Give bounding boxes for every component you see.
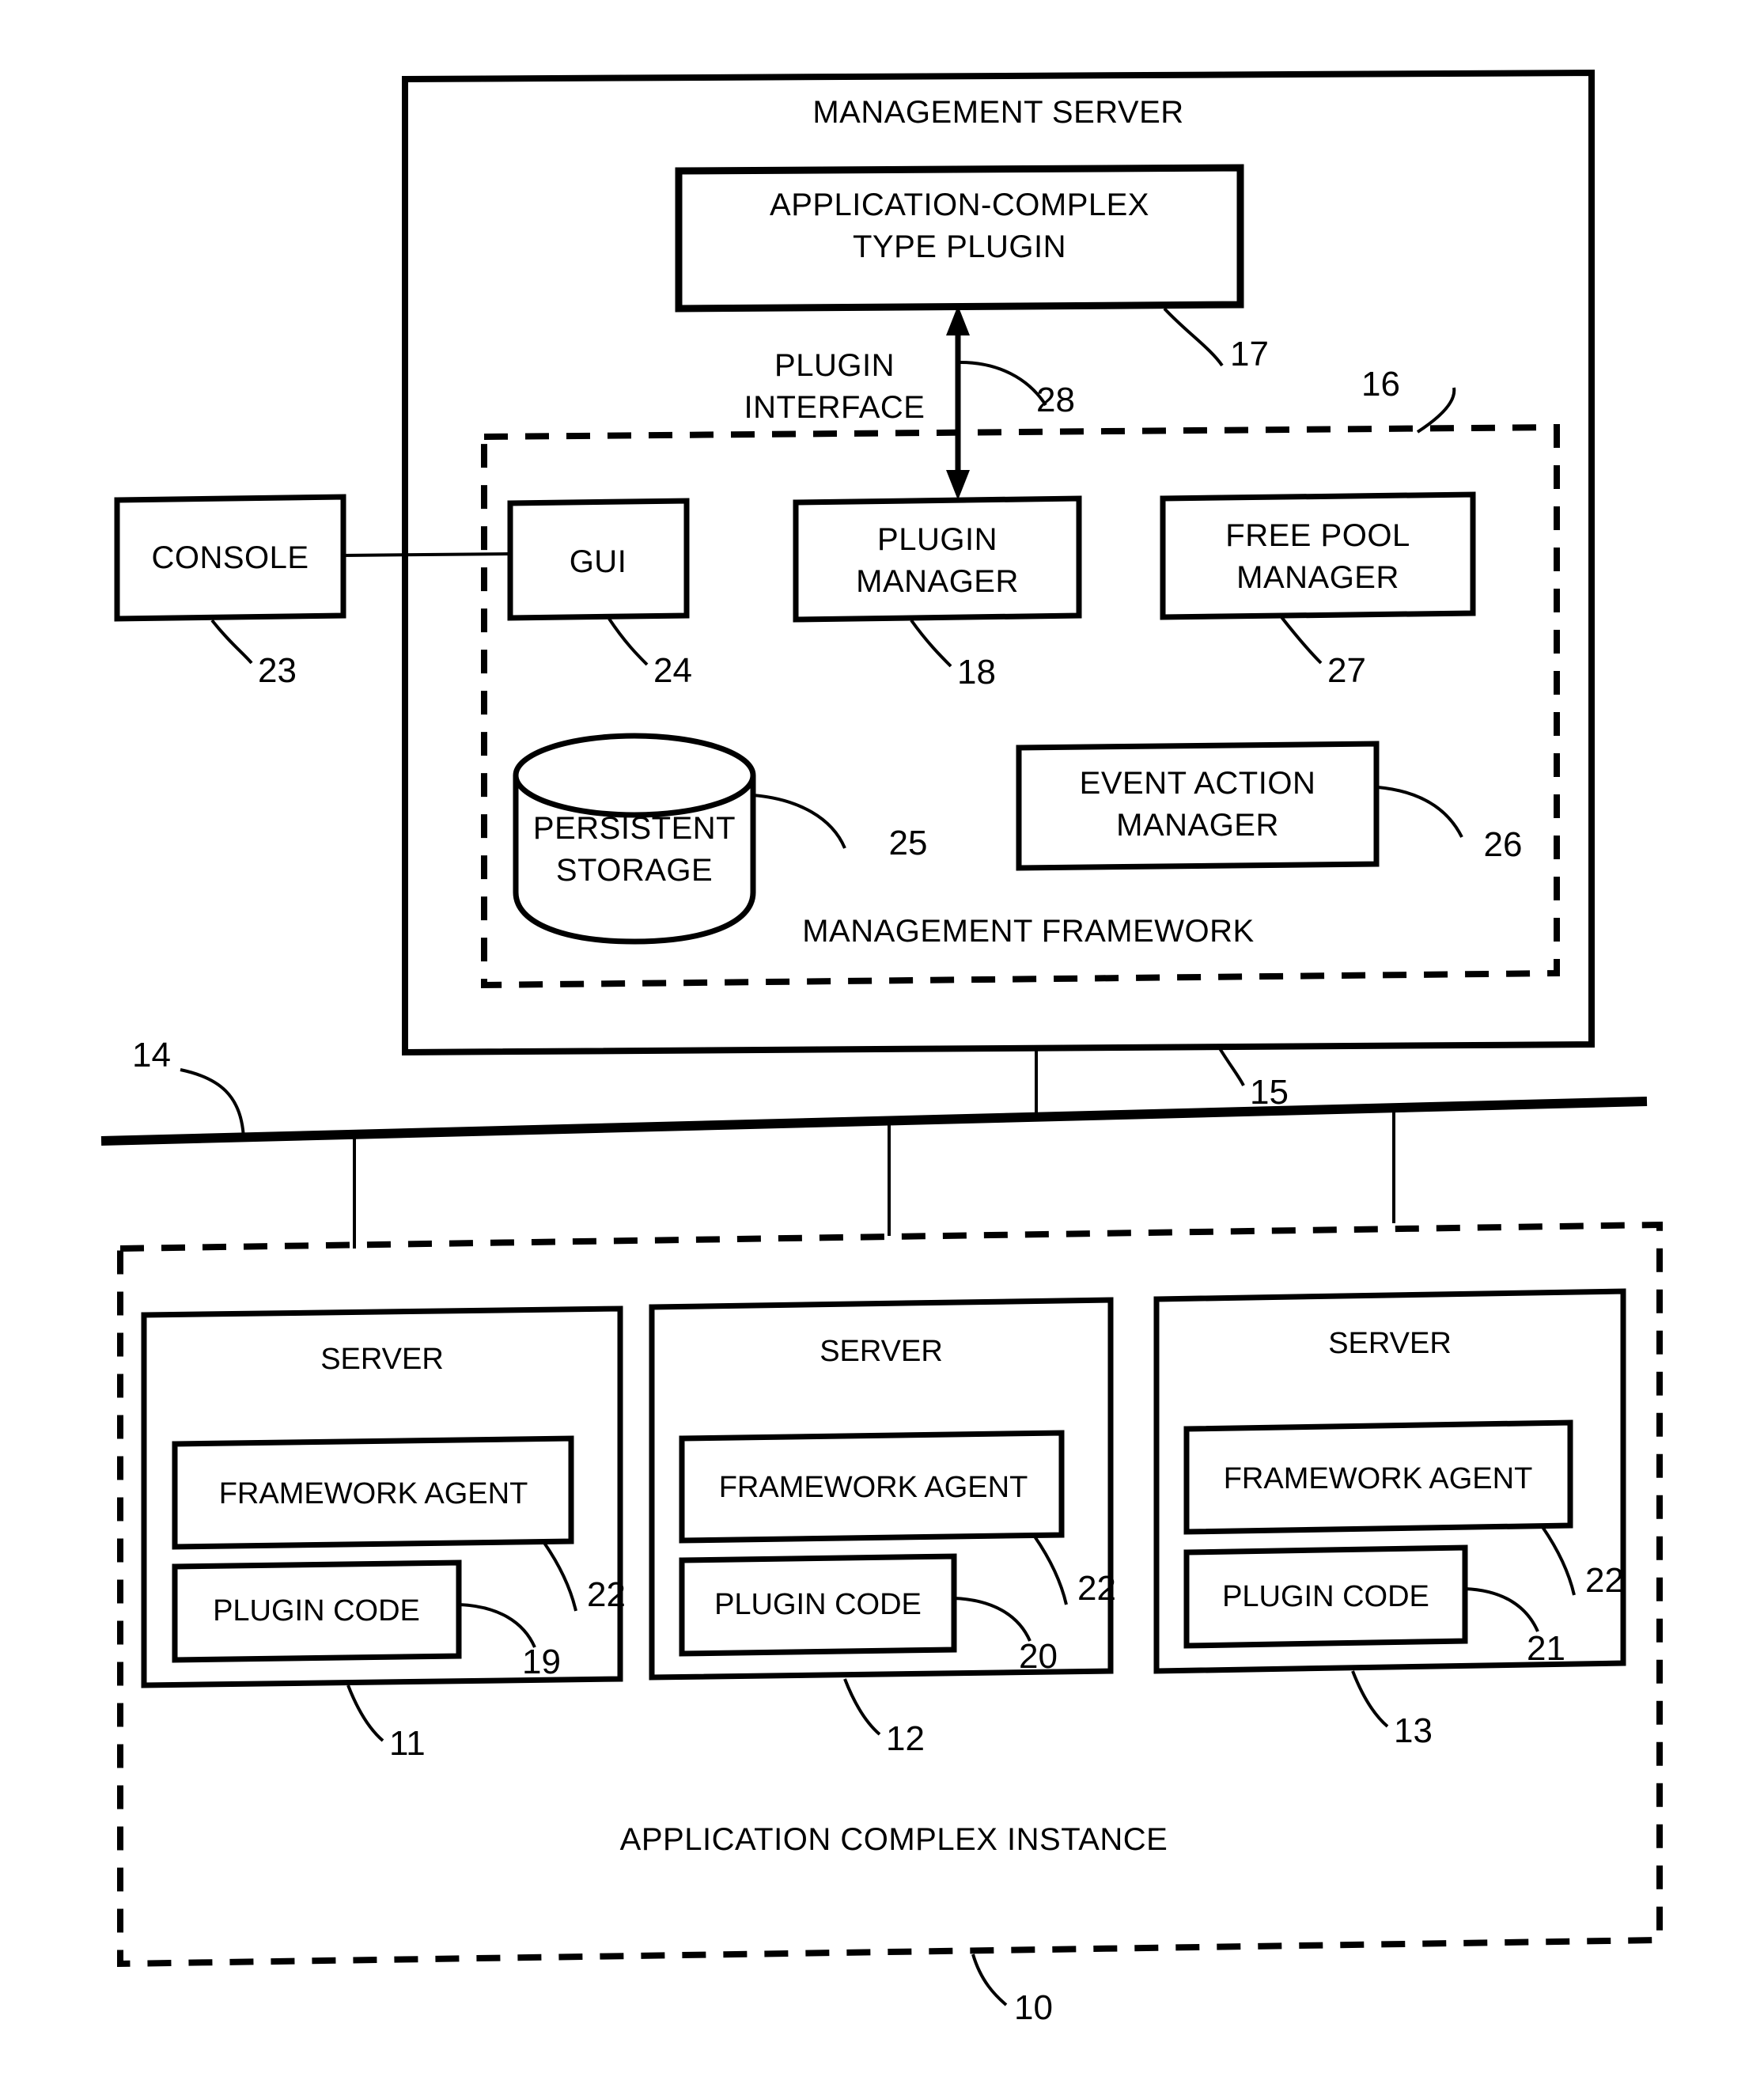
console-ref: 23 (258, 651, 297, 690)
plugin-interface-line1: PLUGIN (774, 348, 895, 383)
event-action-manager-line1: EVENT ACTION (1080, 766, 1316, 801)
free-pool-manager-ref-leader: 27 (1280, 616, 1366, 690)
application-complex-instance-label: APPLICATION COMPLEX INSTANCE (620, 1822, 1168, 1857)
plugin-interface-ref-leader: 28 (960, 361, 1075, 419)
framework-agent-box-3[interactable]: FRAMEWORK AGENT (1183, 1419, 1573, 1535)
framework-agent-box-1[interactable]: FRAMEWORK AGENT (172, 1435, 574, 1550)
patent-figure: MANAGEMENT SERVER 15 APPLICATION-COMPLEX… (0, 0, 1764, 2088)
server-ref-1: 11 (389, 1724, 426, 1763)
management-server-ref-leader: 15 (1217, 1044, 1289, 1112)
server-ref-leader-3: 13 (1351, 1670, 1433, 1750)
framework-agent-label-1: FRAMEWORK AGENT (219, 1477, 528, 1510)
plugin-box-line2: TYPE PLUGIN (853, 229, 1066, 264)
free-pool-manager-box[interactable]: FREE POOL MANAGER (1160, 491, 1476, 620)
persistent-storage-ref-leader: 25 (752, 794, 928, 862)
free-pool-manager-line2: MANAGER (1236, 560, 1399, 595)
framework-agent-box-2[interactable]: FRAMEWORK AGENT (679, 1430, 1065, 1544)
server-box-3[interactable]: SERVER FRAMEWORK AGENT PLUGIN CODE (1153, 1288, 1626, 1674)
framework-agent-ref-leader-3: 22 (1541, 1525, 1624, 1600)
plugin-box-ref: 17 (1230, 335, 1269, 373)
plugin-code-box-1[interactable]: PLUGIN CODE (172, 1559, 462, 1663)
server-ref-leader-2: 12 (843, 1678, 925, 1758)
gui-ref-leader: 24 (608, 617, 692, 690)
management-framework-label: MANAGEMENT FRAMEWORK (802, 914, 1255, 949)
plugin-manager-line1: PLUGIN (877, 522, 997, 557)
free-pool-manager-ref: 27 (1327, 651, 1366, 690)
plugin-manager-box[interactable]: PLUGIN MANAGER (793, 495, 1082, 623)
plugin-interface-ref: 28 (1036, 381, 1075, 419)
free-pool-manager-line1: FREE POOL (1225, 518, 1410, 553)
plugin-manager-ref-leader: 18 (910, 619, 996, 692)
network-ref: 14 (132, 1036, 171, 1074)
plugin-manager-ref: 18 (957, 653, 996, 692)
framework-agent-label-2: FRAMEWORK AGENT (719, 1471, 1028, 1504)
event-action-manager-box[interactable]: EVENT ACTION MANAGER (1016, 741, 1380, 871)
management-server-ref: 15 (1250, 1073, 1289, 1112)
console-label: CONSOLE (151, 540, 309, 575)
framework-agent-ref-1: 22 (587, 1575, 626, 1614)
plugin-interface-arrow: PLUGIN INTERFACE (744, 305, 970, 500)
plugin-box-line1: APPLICATION-COMPLEX (770, 188, 1149, 222)
management-framework-ref-leader: 16 (1361, 365, 1456, 434)
persistent-storage-cylinder[interactable]: PERSISTENT STORAGE (513, 733, 756, 945)
plugin-code-ref-leader-1: 19 (458, 1603, 561, 1681)
event-action-manager-ref-leader: 26 (1377, 786, 1523, 864)
application-complex-ref-leader: 10 (971, 1953, 1053, 2027)
plugin-code-ref-1: 19 (522, 1643, 561, 1681)
server-ref-leader-1: 11 (346, 1684, 426, 1763)
network-bus (100, 1049, 1648, 1146)
plugin-box-ref-leader: 17 (1163, 307, 1269, 373)
framework-agent-ref-leader-2: 22 (1033, 1535, 1116, 1608)
application-complex-ref: 10 (1014, 1988, 1053, 2027)
plugin-code-label-1: PLUGIN CODE (213, 1594, 420, 1628)
persistent-storage-ref: 25 (889, 824, 928, 862)
plugin-code-ref-leader-3: 21 (1464, 1587, 1565, 1668)
framework-agent-ref-3: 22 (1585, 1561, 1624, 1600)
management-server-label: MANAGEMENT SERVER (812, 95, 1183, 130)
server-ref-2: 12 (886, 1719, 925, 1758)
event-action-manager-ref: 26 (1484, 825, 1523, 864)
plugin-code-label-3: PLUGIN CODE (1222, 1580, 1429, 1613)
server-box-2[interactable]: SERVER FRAMEWORK AGENT PLUGIN CODE (649, 1297, 1114, 1681)
framework-agent-label-3: FRAMEWORK AGENT (1224, 1462, 1533, 1495)
application-complex-type-plugin-box[interactable]: APPLICATION-COMPLEX TYPE PLUGIN (675, 164, 1244, 313)
plugin-code-box-3[interactable]: PLUGIN CODE (1183, 1544, 1468, 1649)
console-box[interactable]: CONSOLE (114, 494, 346, 622)
event-action-manager-line2: MANAGER (1116, 808, 1279, 843)
figure-canvas: MANAGEMENT SERVER 15 APPLICATION-COMPLEX… (100, 69, 1663, 2027)
plugin-code-box-2[interactable]: PLUGIN CODE (679, 1553, 957, 1657)
persistent-storage-line1: PERSISTENT (533, 811, 736, 846)
management-framework-ref: 16 (1361, 365, 1400, 404)
persistent-storage-line2: STORAGE (556, 853, 713, 888)
network-ref-leader: 14 (132, 1036, 245, 1140)
console-ref-leader: 23 (210, 619, 297, 690)
management-framework-box: MANAGEMENT FRAMEWORK (481, 423, 1560, 989)
plugin-code-ref-2: 20 (1019, 1637, 1058, 1676)
plugin-code-ref-leader-2: 20 (953, 1597, 1058, 1676)
server-label-1: SERVER (320, 1343, 444, 1376)
framework-agent-ref-leader-1: 22 (543, 1541, 626, 1614)
console-gui-connector (343, 552, 511, 557)
gui-ref: 24 (653, 651, 692, 690)
server-label-2: SERVER (820, 1335, 943, 1368)
server-box-1[interactable]: SERVER FRAMEWORK AGENT PLUGIN CODE (141, 1305, 623, 1688)
plugin-interface-line2: INTERFACE (744, 390, 926, 425)
plugin-manager-line2: MANAGER (856, 564, 1019, 599)
plugin-code-ref-3: 21 (1527, 1629, 1565, 1668)
gui-box[interactable]: GUI (507, 498, 690, 621)
plugin-code-label-2: PLUGIN CODE (714, 1588, 922, 1621)
server-label-3: SERVER (1328, 1327, 1452, 1360)
gui-label: GUI (570, 544, 627, 579)
server-ref-3: 13 (1394, 1711, 1433, 1750)
framework-agent-ref-2: 22 (1077, 1569, 1116, 1608)
